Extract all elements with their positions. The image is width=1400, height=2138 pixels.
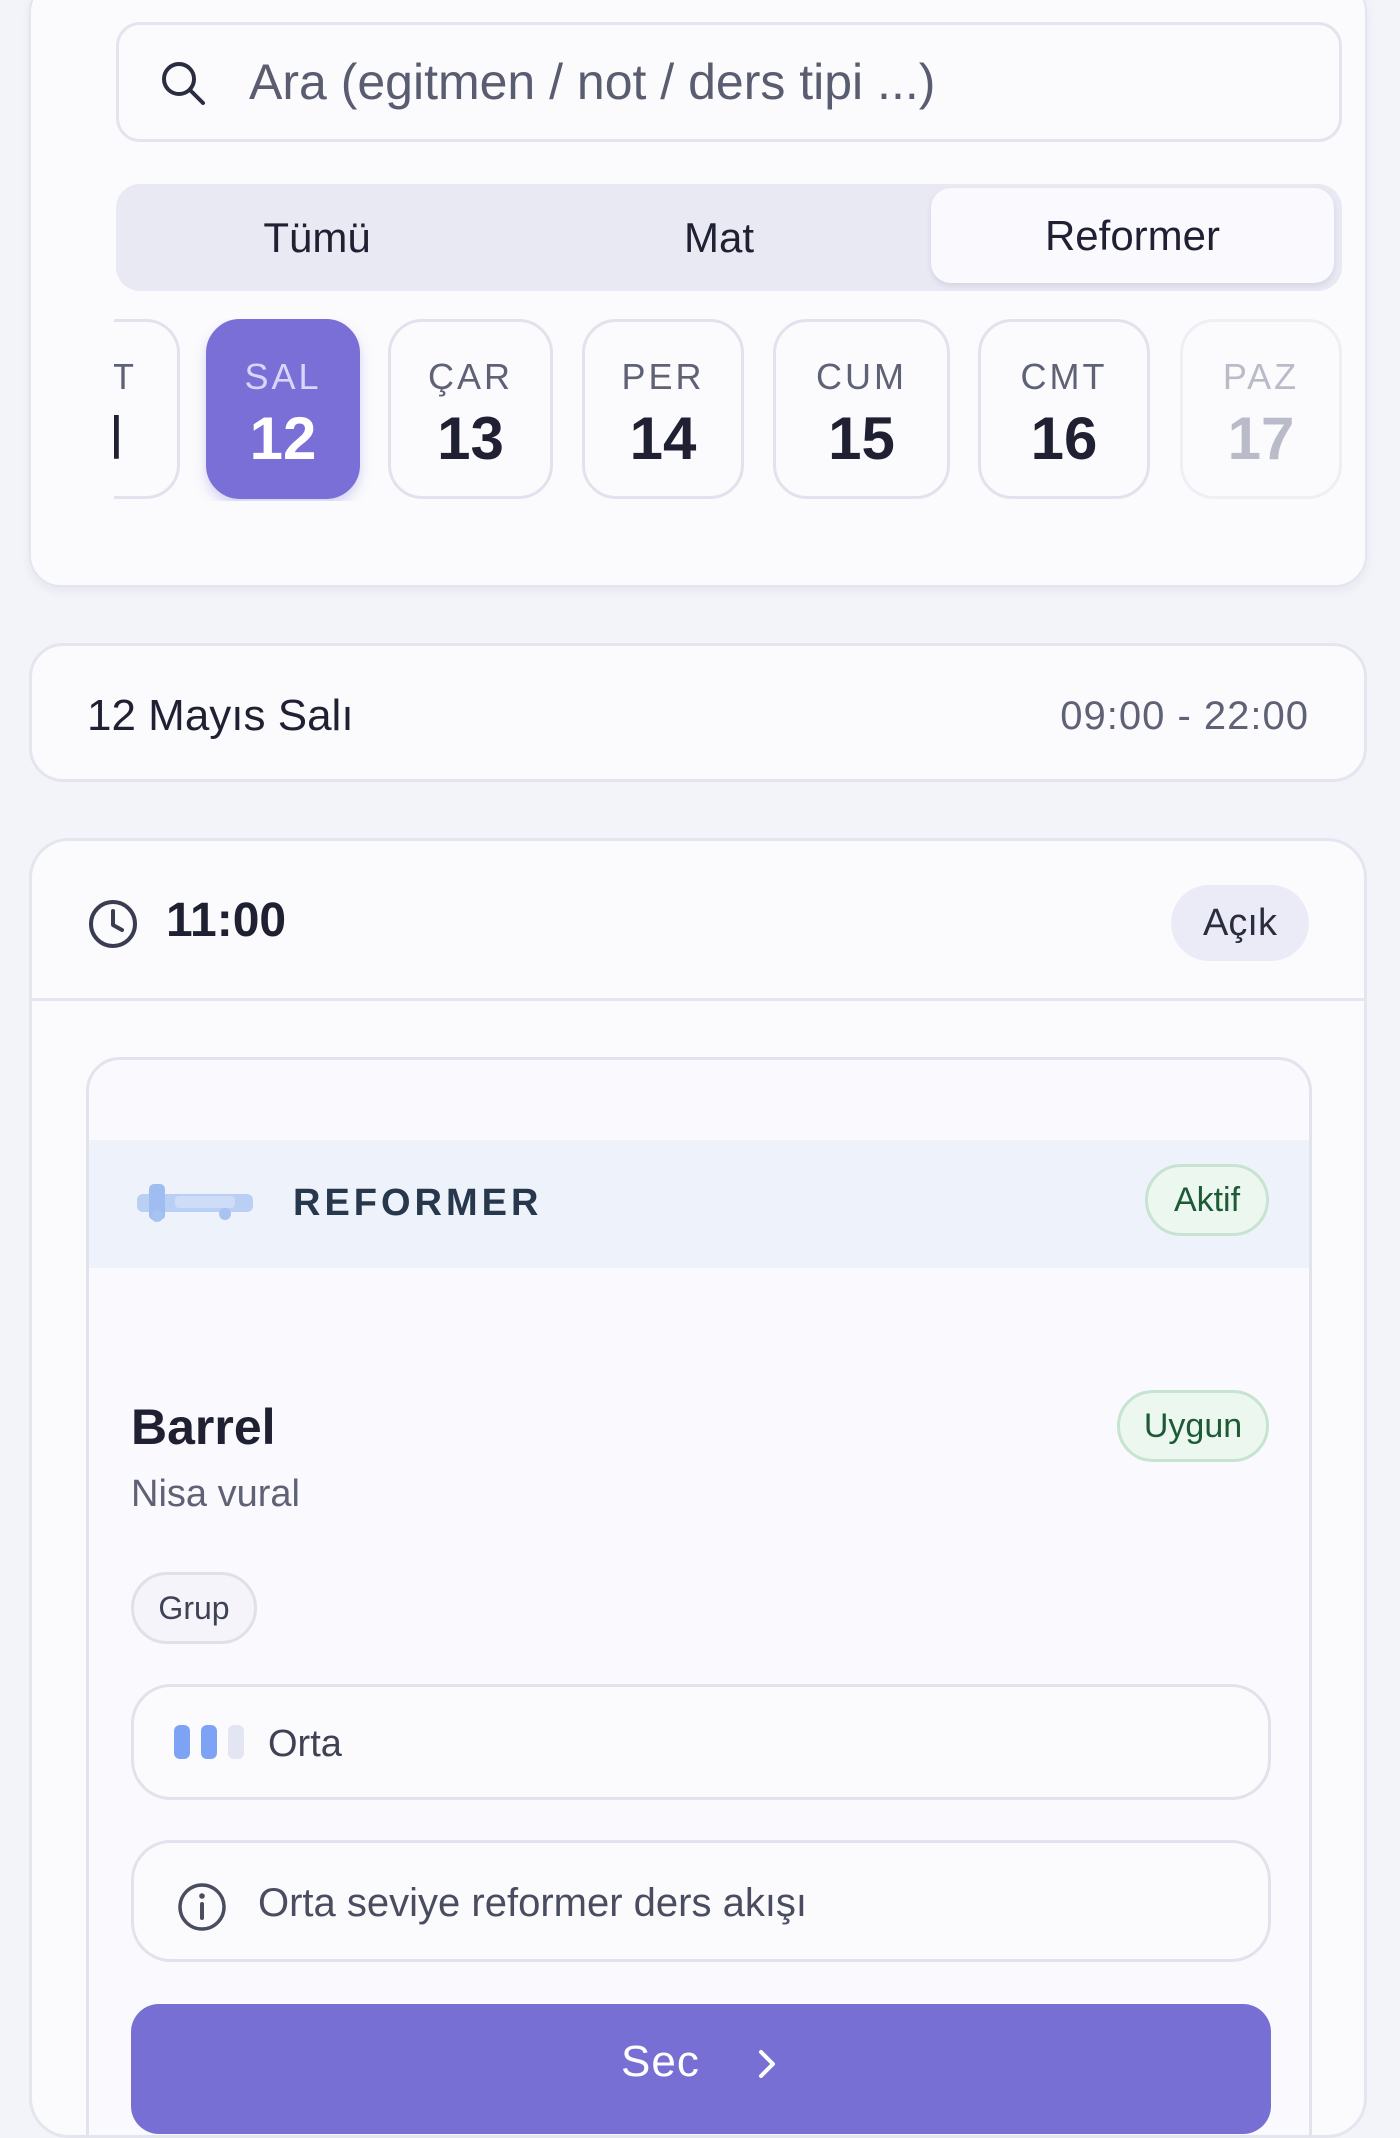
day-chip-thu[interactable]: PER 14 [582, 319, 744, 499]
day-number: 16 [1030, 405, 1098, 472]
day-number: 13 [437, 405, 504, 472]
day-chip-wed[interactable]: ÇAR 13 [388, 319, 553, 499]
class-name: Barrel [131, 1399, 276, 1455]
class-type-label: REFORMER [293, 1182, 543, 1224]
slot-status-badge: Açık [1171, 885, 1309, 961]
filter-tab-reformer[interactable]: Reformer [931, 188, 1334, 283]
day-name: SAL [244, 356, 322, 397]
class-note-text: Orta seviye reformer ders akışı [258, 1881, 808, 1925]
level-bar-empty [228, 1725, 244, 1759]
filter-card: Tümü Mat Reformer T l SAL 12 ÇAR 13 PER … [29, 0, 1367, 587]
filter-tab-mat[interactable]: Mat [518, 184, 920, 291]
day-number: 12 [249, 405, 317, 472]
class-type-filter: Tümü Mat Reformer [116, 184, 1342, 291]
search-input[interactable] [247, 41, 1307, 123]
class-note: Orta seviye reformer ders akışı [131, 1840, 1271, 1962]
filter-tab-all[interactable]: Tümü [116, 184, 518, 291]
instructor-name: Nisa vural [131, 1473, 300, 1515]
info-icon [178, 1883, 226, 1931]
day-name: CUM [816, 356, 907, 397]
level-indicator: Orta [131, 1684, 1271, 1800]
day-number: l [114, 405, 123, 472]
day-picker: T l SAL 12 ÇAR 13 PER 14 CUM 15 CMT 16 P… [114, 319, 1344, 501]
chevron-right-icon [759, 2050, 775, 2078]
day-name: CMT [1020, 356, 1108, 397]
search-icon [162, 62, 205, 105]
select-class-button[interactable]: Sec [131, 2004, 1271, 2134]
day-chip-sat[interactable]: CMT 16 [978, 319, 1150, 499]
level-bar-filled [174, 1725, 190, 1759]
format-chip: Grup [131, 1572, 257, 1644]
day-number: 17 [1227, 405, 1295, 472]
day-chip-fri[interactable]: CUM 15 [773, 319, 950, 499]
day-chip-previous[interactable]: T l [114, 319, 180, 499]
select-button-label: Sec [621, 2037, 700, 2086]
day-name: T [114, 356, 137, 397]
day-number: 14 [629, 405, 697, 472]
day-chip-tue[interactable]: SAL 12 [206, 319, 360, 499]
selected-date: 12 Mayıs Salı [87, 691, 354, 740]
day-name: PER [621, 356, 705, 397]
clock-icon [89, 900, 137, 948]
opening-hours: 09:00 - 22:00 [1060, 694, 1309, 738]
day-name: ÇAR [427, 356, 513, 397]
class-type-strip: REFORMER Aktif [89, 1140, 1309, 1268]
day-name: PAZ [1222, 356, 1300, 397]
time-slot-card: 11:00 Açık REFORMER Aktif Barrel Uygun N… [29, 838, 1367, 2138]
day-number: 15 [828, 405, 895, 472]
reformer-machine-icon [137, 1184, 253, 1222]
time-slot-header[interactable]: 11:00 Açık [32, 841, 1364, 1001]
availability-badge: Uygun [1117, 1390, 1269, 1462]
class-card: REFORMER Aktif Barrel Uygun Nisa vural G… [86, 1057, 1312, 2135]
level-bar-filled [201, 1725, 217, 1759]
slot-time: 11:00 [166, 894, 287, 947]
selected-date-bar: 12 Mayıs Salı 09:00 - 22:00 [29, 643, 1367, 782]
level-bars [174, 1725, 248, 1759]
active-badge: Aktif [1145, 1164, 1269, 1236]
day-chip-sun: PAZ 17 [1180, 319, 1342, 499]
search-bar[interactable] [116, 22, 1342, 142]
level-label: Orta [268, 1723, 342, 1765]
